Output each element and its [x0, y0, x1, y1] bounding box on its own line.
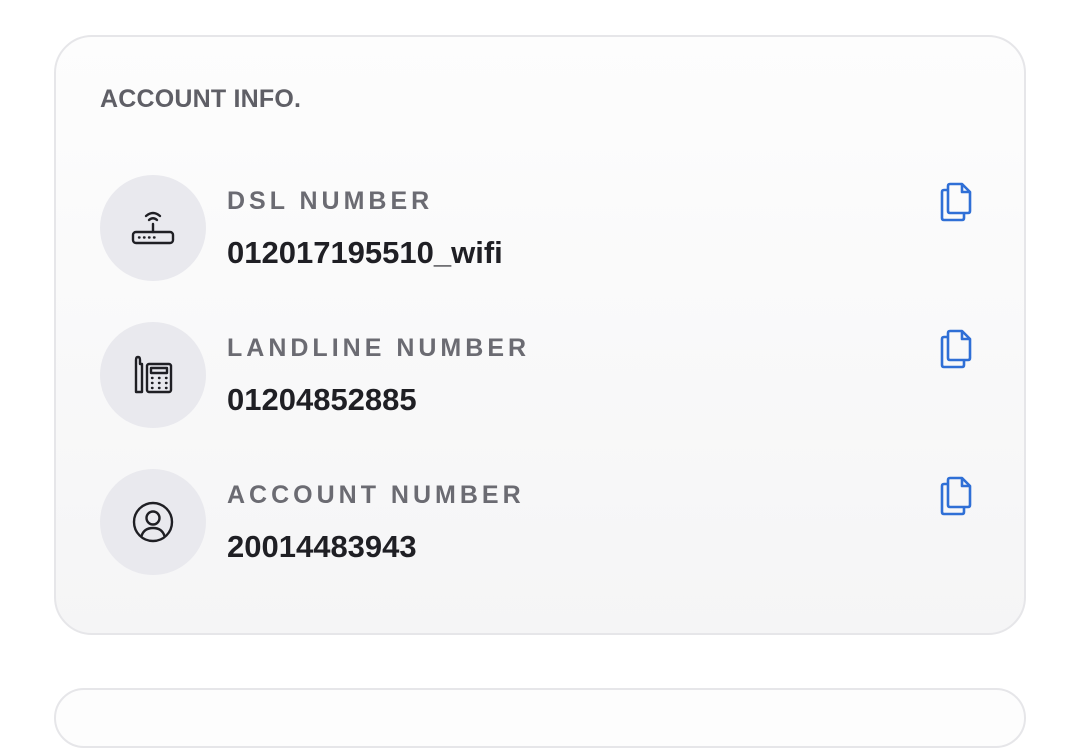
next-card-edge [54, 688, 1026, 748]
info-row-landline: LANDLINE NUMBER 01204852885 [100, 322, 980, 428]
copy-landline-number-button[interactable] [934, 324, 980, 374]
account-number-value: 20014483943 [227, 529, 417, 564]
landline-number-label: LANDLINE NUMBER [227, 334, 531, 362]
info-row-dsl: DSL NUMBER 012017195510_wifi [100, 175, 980, 281]
dsl-number-value: 012017195510_wifi [227, 235, 503, 270]
info-row-account: ACCOUNT NUMBER 20014483943 [100, 469, 980, 575]
copy-icon [940, 182, 972, 222]
copy-icon [940, 476, 972, 516]
account-info-card: ACCOUNT INFO. DSL NUMBER 012017195510_wi… [54, 35, 1026, 635]
account-number-label: ACCOUNT NUMBER [227, 481, 525, 509]
copy-dsl-number-button[interactable] [934, 177, 980, 227]
landline-number-value: 01204852885 [227, 382, 417, 417]
card-title: ACCOUNT INFO. [100, 85, 302, 113]
landline-phone-icon [100, 322, 206, 428]
user-circle-icon [100, 469, 206, 575]
copy-account-number-button[interactable] [934, 471, 980, 521]
copy-icon [940, 329, 972, 369]
dsl-number-label: DSL NUMBER [227, 187, 434, 215]
router-icon [100, 175, 206, 281]
